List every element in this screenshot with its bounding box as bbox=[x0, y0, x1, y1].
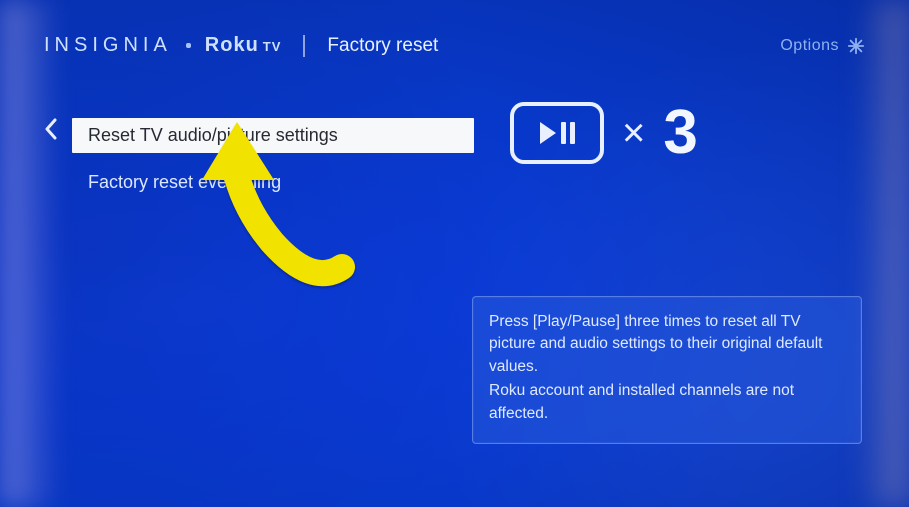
menu-item-label: Factory reset everything bbox=[88, 172, 281, 192]
vertical-divider bbox=[303, 35, 305, 57]
back-button[interactable] bbox=[44, 118, 58, 145]
options-label: Options bbox=[780, 37, 839, 55]
brand-insignia: INSIGNIA bbox=[44, 34, 172, 57]
options-button[interactable]: Options bbox=[780, 37, 865, 55]
info-panel: Press [Play/Pause] three times to reset … bbox=[472, 296, 862, 444]
brand-separator-dot-icon bbox=[186, 43, 191, 48]
play-pause-icon bbox=[510, 102, 604, 164]
press-count: 3 bbox=[663, 102, 697, 164]
menu: Reset TV audio/picture settings Factory … bbox=[44, 118, 474, 200]
info-line-2: Roku account and installed channels are … bbox=[489, 380, 845, 425]
brand-block: INSIGNIA Roku TV Factory reset bbox=[44, 34, 438, 57]
brand-roku-suffix: TV bbox=[263, 39, 282, 54]
menu-list: Reset TV audio/picture settings Factory … bbox=[72, 118, 474, 200]
asterisk-icon bbox=[847, 37, 865, 55]
brand-roku: Roku TV bbox=[205, 34, 282, 57]
header-bar: INSIGNIA Roku TV Factory reset Options bbox=[44, 34, 865, 57]
menu-item-reset-audio-picture[interactable]: Reset TV audio/picture settings bbox=[72, 118, 474, 153]
menu-item-factory-reset-everything[interactable]: Factory reset everything bbox=[72, 165, 474, 200]
screen-glare-left bbox=[0, 0, 60, 507]
screen-glare-right bbox=[859, 0, 909, 507]
menu-item-label: Reset TV audio/picture settings bbox=[88, 125, 338, 145]
multiply-symbol: × bbox=[622, 111, 645, 156]
brand-roku-name: Roku bbox=[205, 34, 259, 57]
info-line-1: Press [Play/Pause] three times to reset … bbox=[489, 311, 845, 378]
action-visual: × 3 bbox=[510, 102, 698, 164]
breadcrumb: Factory reset bbox=[327, 35, 438, 57]
